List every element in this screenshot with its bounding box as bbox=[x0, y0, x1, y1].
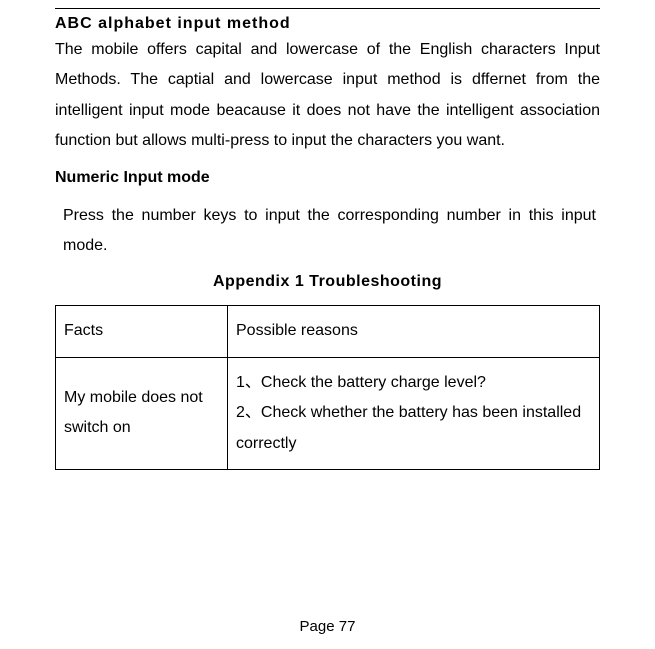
table-header-row: Facts Possible reasons bbox=[56, 306, 600, 357]
page-number: Page 77 bbox=[0, 618, 655, 635]
troubleshooting-table: Facts Possible reasons My mobile does no… bbox=[55, 305, 600, 470]
header-facts: Facts bbox=[56, 306, 228, 357]
heading-abc-input: ABC alphabet input method bbox=[55, 15, 600, 33]
document-page: ABC alphabet input method The mobile off… bbox=[0, 0, 655, 649]
cell-reason: 1、Check the battery charge level? 2、Chec… bbox=[228, 357, 600, 469]
top-rule bbox=[55, 8, 600, 9]
appendix-title: Appendix 1 Troubleshooting bbox=[55, 273, 600, 291]
header-reasons: Possible reasons bbox=[228, 306, 600, 357]
table-row: My mobile does not switch on 1、Check the… bbox=[56, 357, 600, 469]
paragraph-abc-input: The mobile offers capital and lowercase … bbox=[55, 35, 600, 157]
paragraph-numeric-input: Press the number keys to input the corre… bbox=[55, 201, 600, 262]
heading-numeric-input: Numeric Input mode bbox=[55, 169, 600, 187]
cell-fact: My mobile does not switch on bbox=[56, 357, 228, 469]
